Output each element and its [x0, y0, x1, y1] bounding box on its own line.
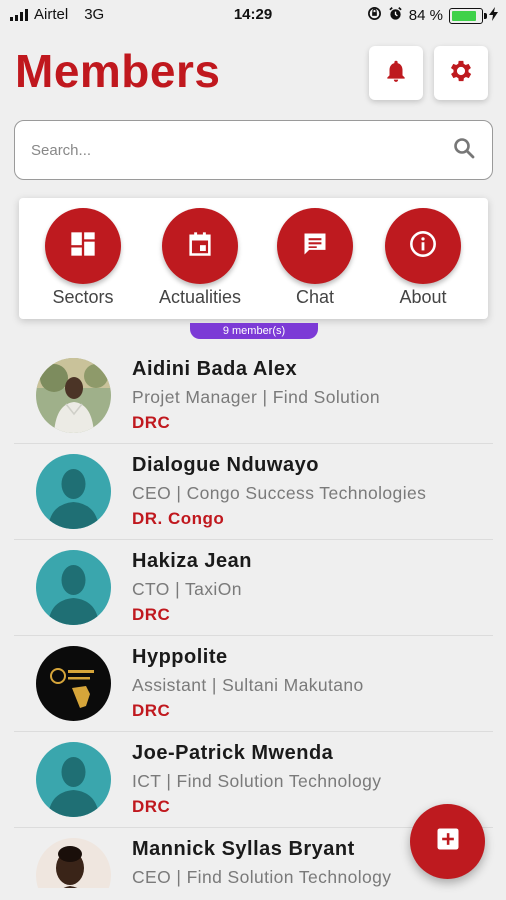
- member-role: CEO | Find Solution Technology: [132, 867, 392, 887]
- bell-icon: [383, 58, 409, 89]
- member-row[interactable]: Aidini Bada Alex Projet Manager | Find S…: [14, 348, 493, 444]
- member-name: Hakiza Jean: [132, 550, 253, 572]
- chat-icon: [301, 230, 329, 263]
- actualities-circle[interactable]: [162, 208, 238, 284]
- member-count-badge: 9 member(s): [190, 323, 318, 339]
- member-country: DRC: [132, 413, 171, 432]
- members-list: Aidini Bada Alex Projet Manager | Find S…: [14, 348, 493, 888]
- status-bar: Airtel 3G 14:29 84 %: [0, 0, 506, 30]
- add-box-icon: [434, 825, 462, 858]
- member-country: DRC: [132, 605, 171, 624]
- settings-button[interactable]: [434, 46, 488, 100]
- actualities-button[interactable]: Actualities: [150, 208, 250, 308]
- avatar: [36, 742, 111, 817]
- charging-icon: [489, 6, 498, 25]
- avatar: [36, 358, 111, 433]
- member-row[interactable]: Hyppolite Assistant | Sultani Makutano D…: [14, 636, 493, 732]
- chat-button[interactable]: Chat: [265, 208, 365, 308]
- info-icon: [409, 230, 437, 263]
- actualities-label: Actualities: [158, 287, 242, 307]
- status-right: 84 %: [367, 6, 498, 25]
- member-name: Joe-Patrick Mwenda: [132, 742, 334, 764]
- alarm-icon: [388, 6, 403, 25]
- member-name: Mannick Syllas Bryant: [132, 838, 355, 860]
- member-role: CTO | TaxiOn: [132, 579, 242, 599]
- member-country: DRC: [132, 701, 171, 720]
- battery-icon: [449, 7, 487, 24]
- avatar: [36, 646, 111, 721]
- member-country: DR. Congo: [132, 509, 225, 528]
- member-row[interactable]: Dialogue Nduwayo CEO | Congo Success Tec…: [14, 444, 493, 540]
- member-role: CEO | Congo Success Technologies: [132, 483, 427, 503]
- avatar: [36, 454, 111, 529]
- member-row[interactable]: Hakiza Jean CTO | TaxiOn DRC: [14, 540, 493, 636]
- chat-circle[interactable]: [277, 208, 353, 284]
- avatar: [36, 838, 111, 888]
- grid-icon: [69, 230, 97, 263]
- sectors-button[interactable]: Sectors: [33, 208, 133, 308]
- gear-icon: [447, 57, 475, 90]
- about-label: About: [399, 287, 447, 307]
- avatar: [36, 550, 111, 625]
- about-circle[interactable]: [385, 208, 461, 284]
- page-title: Members: [15, 45, 221, 97]
- search-icon[interactable]: [452, 136, 476, 165]
- sectors-circle[interactable]: [45, 208, 121, 284]
- search-bar: [14, 120, 493, 180]
- about-button[interactable]: About: [373, 208, 473, 308]
- battery-percent: 84 %: [408, 7, 443, 24]
- member-name: Hyppolite: [132, 646, 228, 668]
- member-name: Aidini Bada Alex: [132, 358, 298, 380]
- member-role: Assistant | Sultani Makutano: [132, 675, 364, 695]
- notifications-button[interactable]: [369, 46, 423, 100]
- member-role: Projet Manager | Find Solution: [132, 387, 381, 407]
- calendar-icon: [186, 230, 214, 263]
- search-input[interactable]: [31, 141, 452, 159]
- member-name: Dialogue Nduwayo: [132, 454, 319, 476]
- member-country: DRC: [132, 797, 171, 816]
- sectors-label: Sectors: [52, 287, 114, 307]
- add-member-button[interactable]: [410, 804, 485, 879]
- chat-label: Chat: [295, 287, 335, 307]
- rotation-lock-icon: [367, 6, 382, 25]
- quick-actions-card: Sectors Actualities Chat About: [19, 198, 488, 319]
- member-role: ICT | Find Solution Technology: [132, 771, 382, 791]
